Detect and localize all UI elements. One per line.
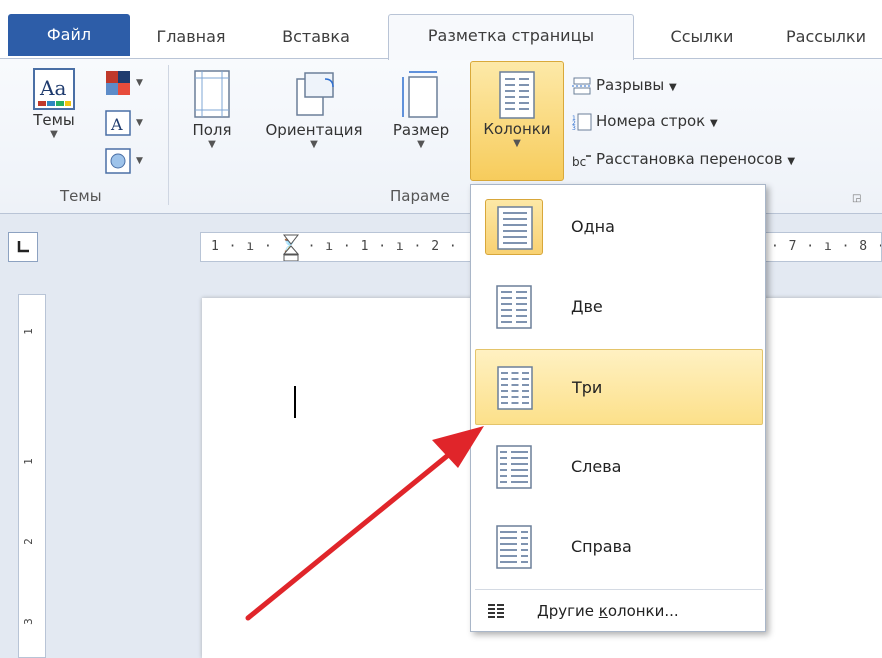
more-columns-accelerator: к — [598, 602, 608, 620]
svg-text:▼: ▼ — [136, 156, 143, 166]
orientation-button[interactable]: Ориентация ▼ — [252, 69, 376, 151]
two-columns-icon — [485, 279, 543, 335]
orientation-label: Ориентация — [265, 121, 363, 139]
svg-text:Aa: Aa — [39, 76, 66, 100]
menu-item-label: Слева — [571, 457, 622, 476]
breaks-label: Разрывы — [596, 76, 665, 94]
vertical-ruler[interactable]: 1 1 2 3 — [18, 294, 46, 658]
chevron-down-icon: ▼ — [310, 139, 318, 150]
left-tab-icon — [17, 241, 29, 253]
chevron-down-icon: ▼ — [208, 139, 216, 150]
hyphenation-icon: bc — [572, 155, 591, 169]
menu-item-two-columns[interactable]: Две — [475, 269, 763, 345]
ruler-mark: 1 — [21, 458, 35, 465]
text-cursor — [294, 386, 296, 418]
orientation-icon — [296, 72, 334, 116]
svg-text:bc: bc — [572, 155, 586, 169]
chevron-down-icon: ▼ — [417, 139, 425, 150]
menu-item-three-columns[interactable]: Три — [475, 349, 763, 425]
theme-fonts-icon[interactable]: A ▼ — [104, 109, 148, 139]
menu-item-label: Одна — [571, 217, 615, 236]
tab-home[interactable]: Главная — [132, 16, 250, 58]
themes-label: Темы — [33, 111, 75, 129]
chevron-down-icon: ▼ — [669, 82, 677, 93]
size-label: Размер — [392, 121, 450, 139]
chevron-down-icon: ▼ — [787, 156, 796, 167]
size-icon — [402, 71, 438, 118]
ruler-marks: 1 · ı · ⌛ · ı · 1 · ı · 2 · — [211, 239, 458, 254]
svg-text:3: 3 — [572, 125, 576, 131]
more-columns-icon — [488, 604, 504, 618]
themes-icon: Aa — [33, 68, 75, 110]
group-label-themes: Темы — [60, 187, 102, 205]
line-numbers-button[interactable]: 123 Номера строк ▼ — [572, 107, 718, 135]
hyphenation-button[interactable]: bc Расстановка переносов ▼ — [572, 145, 795, 173]
svg-text:▼: ▼ — [136, 78, 143, 88]
tab-mailings[interactable]: Рассылки — [770, 16, 882, 58]
dialog-launcher-icon[interactable]: ◲ — [852, 193, 866, 207]
tab-page-layout[interactable]: Разметка страницы — [388, 14, 634, 60]
more-columns-suffix: олонки... — [607, 602, 679, 620]
tab-insert[interactable]: Вставка — [252, 16, 380, 58]
svg-text:▼: ▼ — [136, 118, 143, 128]
menu-item-left[interactable]: Слева — [475, 429, 763, 505]
indent-marker-icon[interactable] — [281, 234, 301, 262]
theme-colors-icon[interactable]: ▼ — [104, 69, 148, 99]
more-columns-label: Другие колонки... — [537, 593, 679, 629]
left-column-icon — [485, 439, 543, 495]
ribbon-tabs: Файл Главная Вставка Разметка страницы С… — [0, 0, 882, 60]
tab-stop-selector[interactable] — [8, 232, 38, 262]
breaks-button[interactable]: Разрывы ▼ — [572, 71, 677, 99]
columns-label: Колонки — [483, 120, 551, 138]
ruler-mark: 2 — [21, 538, 35, 545]
line-numbers-icon: 123 — [572, 113, 592, 131]
margins-icon — [194, 70, 230, 118]
ruler-marks-right: · 7 · ı · 8 · — [771, 239, 882, 254]
chevron-down-icon: ▼ — [513, 138, 521, 149]
size-button[interactable]: Размер ▼ — [378, 69, 464, 151]
menu-item-right[interactable]: Справа — [475, 509, 763, 585]
more-columns-prefix: Другие — [537, 602, 599, 620]
ruler-mark: 1 — [21, 328, 35, 335]
svg-text:A: A — [110, 115, 123, 134]
menu-item-more-columns[interactable]: Другие колонки... — [475, 593, 763, 629]
right-column-icon — [485, 519, 543, 575]
ruler-mark: 3 — [21, 618, 35, 625]
theme-effects-icon[interactable]: ▼ — [104, 147, 148, 177]
tab-references[interactable]: Ссылки — [642, 16, 762, 58]
hyphenation-label: Расстановка переносов — [596, 150, 783, 168]
columns-dropdown-menu: Одна Две Три Слева Справа Другие колонки… — [470, 184, 766, 632]
menu-item-label: Две — [571, 297, 603, 316]
menu-item-label: Три — [572, 378, 603, 397]
menu-item-label: Справа — [571, 537, 632, 556]
line-numbers-label: Номера строк — [596, 112, 706, 130]
themes-button[interactable]: Aa Темы ▼ — [14, 67, 94, 141]
margins-label: Поля — [192, 121, 232, 139]
one-column-icon — [485, 199, 543, 255]
three-columns-icon — [486, 360, 544, 416]
chevron-down-icon: ▼ — [50, 129, 58, 140]
tab-file[interactable]: Файл — [8, 14, 130, 56]
group-label-page-setup: Параме — [390, 187, 450, 205]
menu-separator — [475, 589, 763, 590]
columns-button[interactable]: Колонки ▼ — [470, 61, 564, 181]
page-break-icon — [572, 77, 592, 94]
columns-icon — [499, 71, 535, 119]
margins-button[interactable]: Поля ▼ — [180, 69, 244, 151]
menu-item-one-column[interactable]: Одна — [475, 189, 763, 265]
group-separator — [168, 65, 169, 205]
chevron-down-icon: ▼ — [710, 118, 718, 129]
